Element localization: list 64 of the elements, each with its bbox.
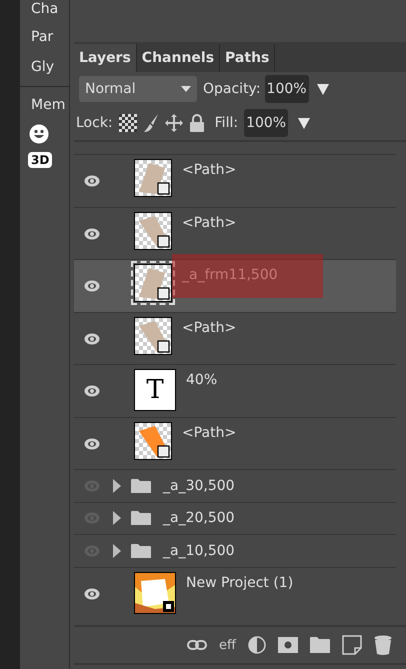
- blend-mode-dropdown[interactable]: Normal: [79, 76, 197, 102]
- layer-row[interactable]: _a_30,500: [74, 469, 396, 502]
- link-icon[interactable]: [187, 640, 208, 650]
- layer-row[interactable]: _a_10,500: [74, 534, 396, 566]
- eye-icon[interactable]: [84, 385, 100, 397]
- 3d-button[interactable]: 3D: [28, 152, 52, 168]
- new-layer-icon[interactable]: [342, 635, 362, 655]
- folder-icon: [131, 478, 151, 493]
- layer-thumbnail: [134, 159, 172, 197]
- dropdown-arrow-icon[interactable]: [316, 83, 329, 95]
- panel-shortcut[interactable]: Par: [20, 26, 69, 56]
- eye-icon[interactable]: [84, 588, 100, 600]
- layer-row[interactable]: <Path>: [74, 416, 396, 469]
- folder-icon: [131, 544, 151, 558]
- padlock-icon[interactable]: [188, 114, 205, 132]
- layer-name: _a_20,500: [163, 510, 235, 526]
- lock-label: Lock:: [76, 115, 113, 131]
- caret-right-icon[interactable]: [113, 544, 121, 558]
- layer-name: New Project (1): [186, 574, 294, 590]
- folder-icon[interactable]: [310, 637, 330, 653]
- text-layer-thumbnail: T: [134, 369, 176, 411]
- eye-icon[interactable]: [84, 280, 100, 292]
- panel-shortcut[interactable]: Cha: [20, 0, 69, 26]
- layer-thumbnail: [134, 264, 172, 302]
- opacity-label: Opacity:: [203, 81, 261, 97]
- move-icon[interactable]: [164, 114, 183, 132]
- layer-name: <Path>: [182, 424, 236, 440]
- panel-tab[interactable]: Layers: [74, 44, 137, 72]
- layer-name: _a_frm11,500: [182, 267, 278, 283]
- layer-thumbnail: [134, 212, 172, 250]
- folder-icon: [131, 511, 151, 526]
- trash-icon[interactable]: [374, 635, 392, 655]
- layer-row[interactable]: T 40%: [74, 364, 396, 416]
- mask-icon[interactable]: [278, 637, 298, 653]
- checkerboard-icon[interactable]: [118, 114, 137, 132]
- eye-icon[interactable]: [84, 175, 100, 187]
- opacity-field[interactable]: 100%: [264, 75, 309, 103]
- layer-name: <Path>: [182, 162, 236, 178]
- layer-row[interactable]: <Path>: [74, 312, 396, 364]
- brush-icon[interactable]: [142, 114, 159, 132]
- adjustment-icon[interactable]: [248, 636, 266, 654]
- smiley-icon[interactable]: [29, 124, 49, 144]
- fill-label: Fill:: [214, 115, 238, 131]
- layer-name: <Path>: [182, 214, 236, 230]
- fill-field[interactable]: 100%: [244, 109, 288, 137]
- layer-name: 40%: [186, 372, 218, 388]
- panel-shortcut[interactable]: Mem: [20, 86, 69, 124]
- layer-thumbnail: [134, 316, 172, 354]
- eye-icon[interactable]: [84, 332, 100, 344]
- layer-row[interactable]: <Path>: [74, 154, 396, 206]
- eye-icon[interactable]: [84, 438, 100, 450]
- layer-row[interactable]: New Project (1): [74, 566, 396, 619]
- layer-name: <Path>: [182, 320, 236, 336]
- dropdown-arrow-icon[interactable]: [298, 117, 310, 129]
- caret-right-icon[interactable]: [113, 478, 121, 493]
- layer-thumbnail: [134, 422, 172, 460]
- caret-icon: [181, 86, 191, 92]
- effects-button[interactable]: eff: [219, 638, 236, 652]
- layer-name: _a_30,500: [163, 478, 235, 494]
- panel-shortcut[interactable]: Gly: [20, 56, 69, 86]
- layer-row[interactable]: _a_20,500: [74, 502, 396, 534]
- caret-right-icon[interactable]: [113, 511, 121, 526]
- layer-name: _a_10,500: [163, 542, 235, 559]
- eye-icon[interactable]: [84, 228, 100, 240]
